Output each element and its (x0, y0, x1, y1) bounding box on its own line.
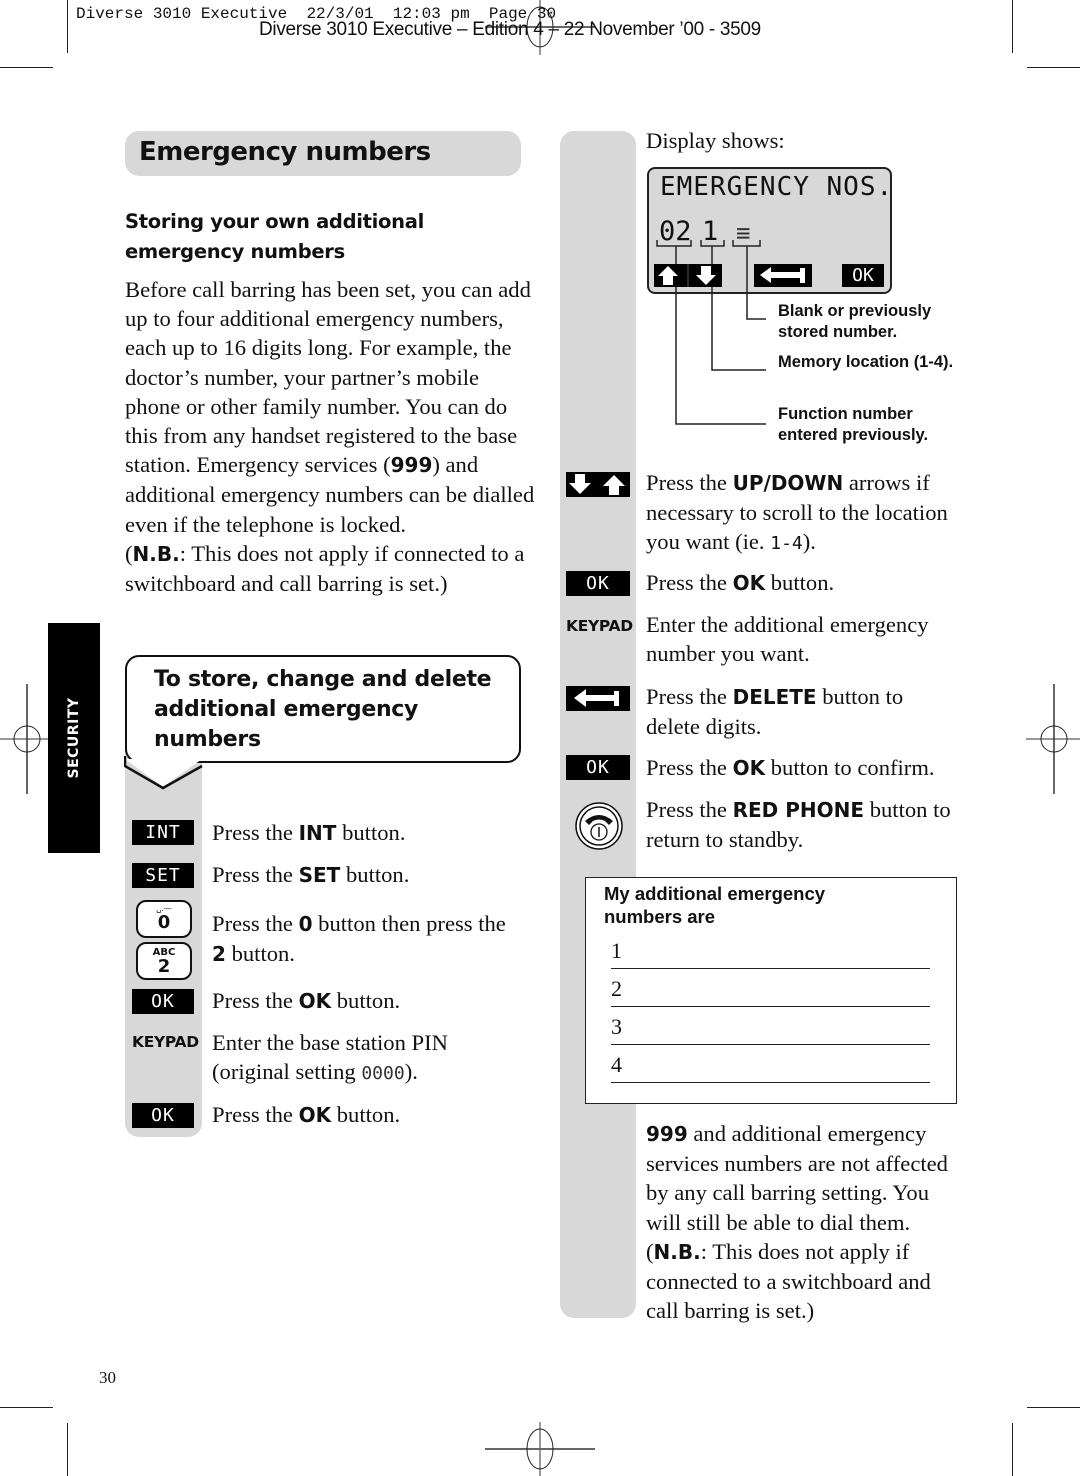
ok-softkey: OK (842, 264, 884, 287)
display-label: Display shows: (646, 128, 785, 153)
step-text: Press the UP/DOWN arrows if necessary to… (646, 470, 948, 555)
subheading: Storing your own additional emergency nu… (125, 210, 424, 263)
up-arrow-icon (658, 264, 716, 287)
two-key-icon: ABC 2 (136, 942, 192, 980)
delete-key (566, 686, 630, 711)
lcd-line-1: EMERGENCY NOS. (660, 172, 894, 202)
crop-mark (1012, 1423, 1013, 1476)
page-title-bar: Emergency numbers (125, 131, 521, 176)
number-line[interactable]: 3 (611, 1016, 930, 1045)
page-title: Emergency numbers (139, 137, 431, 167)
red-phone-icon (575, 802, 623, 850)
step-text: Press the OK button. (212, 988, 401, 1013)
keypad-label: KEYPAD (566, 617, 633, 635)
set-key: SET (132, 863, 194, 888)
intro-paragraph: Before call barring has been set, you ca… (125, 277, 535, 597)
step-text: Press the OK button to confirm. (646, 755, 935, 780)
step-text: Press the 0 button then press the 2 butt… (212, 911, 506, 967)
page-number: 30 (99, 1368, 116, 1387)
number-line[interactable]: 4 (611, 1054, 930, 1083)
step-text: Press the RED PHONE button to return to … (646, 797, 951, 853)
up-down-arrows-icon (569, 474, 625, 495)
delete-arrow-icon (574, 689, 619, 707)
section-tab: SECURITY (48, 623, 100, 853)
step-text: Press the SET button. (212, 862, 410, 887)
crop-mark (0, 1407, 53, 1408)
crop-mark (1012, 0, 1013, 53)
crop-mark (1027, 67, 1080, 68)
key-column (560, 131, 636, 1318)
ok-key: OK (132, 1103, 194, 1128)
delete-softkey (754, 264, 812, 287)
callout-stored-number: Blank or previously stored number. (778, 302, 932, 341)
callout-function-number: Function number entered previously. (778, 405, 929, 444)
number-line[interactable]: 2 (611, 978, 930, 1007)
crop-mark (67, 1423, 68, 1476)
step-text: Enter the base station PIN (original set… (212, 1030, 448, 1085)
ok-key: OK (566, 755, 630, 780)
procedure-heading: To store, change and delete additional e… (154, 667, 492, 752)
registration-mark-icon (485, 1422, 595, 1476)
step-text: Press the OK button. (646, 570, 835, 595)
bubble-pointer (124, 756, 203, 790)
registration-mark-icon (1026, 684, 1080, 794)
keypad-label: KEYPAD (132, 1033, 199, 1051)
step-text: Press the INT button. (212, 820, 406, 845)
ok-key: OK (566, 571, 630, 596)
numbers-box-title: My additional emergency numbers are (604, 883, 826, 927)
step-text: Enter the additional emergency number yo… (646, 612, 929, 667)
delete-arrow-icon (760, 267, 805, 283)
up-down-softkey (654, 264, 722, 287)
step-text: Press the DELETE button to delete digits… (646, 684, 904, 740)
edition-line: Diverse 3010 Executive – Edition 4 – 22 … (259, 19, 761, 40)
zero-key-icon: ␣.— 0 (136, 900, 192, 938)
crop-mark (1027, 1407, 1080, 1408)
step-text: Press the OK button. (212, 1102, 401, 1127)
footer-note: 999 and additional emergency services nu… (646, 1121, 948, 1324)
crop-mark (0, 67, 53, 68)
int-key: INT (132, 820, 194, 845)
callout-memory-location: Memory location (1-4). (778, 353, 954, 371)
ok-key: OK (132, 989, 194, 1014)
up-down-key (566, 472, 630, 497)
crop-mark (67, 0, 68, 53)
number-line[interactable]: 1 (611, 940, 930, 969)
